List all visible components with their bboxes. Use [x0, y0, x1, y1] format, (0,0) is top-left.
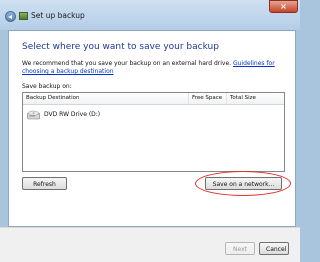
recommendation-sentence: We recommend that you save your backup o… — [22, 60, 233, 67]
page-heading: Select where you want to save your backu… — [22, 42, 219, 52]
title-bar: Set up backup × — [0, 0, 300, 30]
next-button[interactable]: Next — [225, 242, 255, 255]
save-backup-on-label: Save backup on: — [22, 83, 72, 90]
back-arrow-icon[interactable] — [5, 11, 16, 22]
column-header-total-size[interactable]: Total Size — [227, 93, 284, 104]
dvd-drive-icon — [27, 110, 40, 120]
column-header-free-space[interactable]: Free Space — [189, 93, 227, 104]
recommendation-text: We recommend that you save your backup o… — [22, 60, 290, 76]
dialog-content: Select where you want to save your backu… — [8, 30, 296, 227]
refresh-button[interactable]: Refresh — [22, 177, 67, 190]
window-title: Set up backup — [31, 11, 85, 20]
column-header-destination[interactable]: Backup Destination — [23, 93, 189, 104]
backup-icon — [19, 12, 28, 20]
close-button[interactable]: × — [269, 0, 298, 13]
drive-name: DVD RW Drive (D:) — [44, 111, 101, 118]
highlight-circle — [195, 171, 291, 196]
cancel-button[interactable]: Cancel — [259, 242, 289, 255]
table-row[interactable]: DVD RW Drive (D:) — [25, 108, 175, 124]
dialog-footer: Next Cancel — [0, 227, 300, 262]
destination-list[interactable]: Backup Destination Free Space Total Size… — [22, 92, 285, 172]
list-header: Backup Destination Free Space Total Size — [23, 93, 284, 105]
